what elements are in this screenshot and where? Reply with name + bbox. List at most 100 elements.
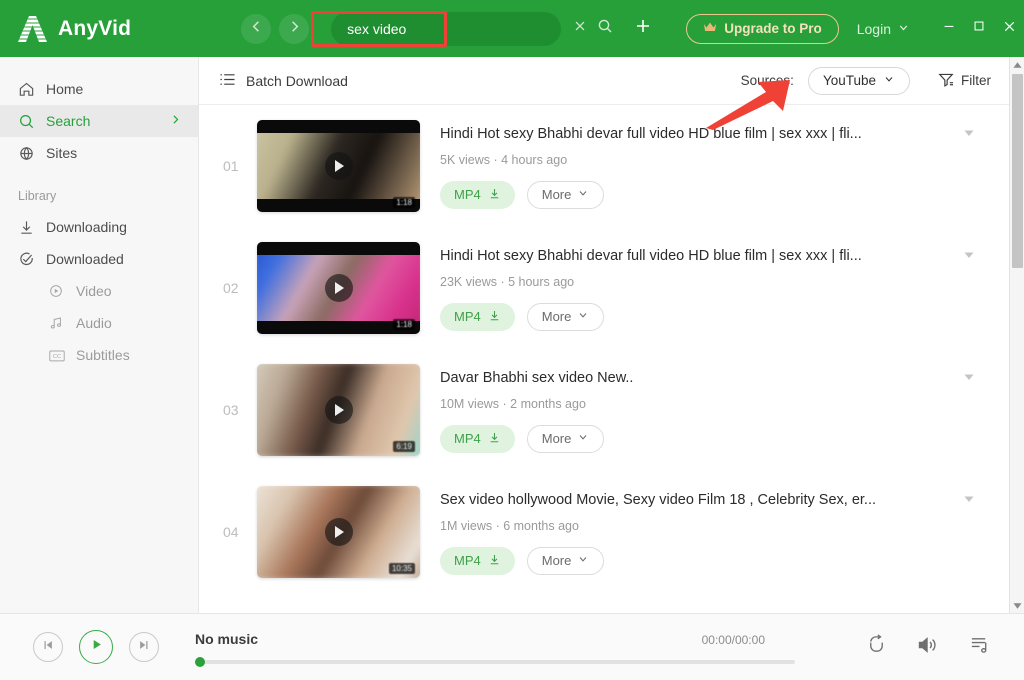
format-label: MP4 (454, 309, 481, 324)
result-row[interactable]: 03 6:19 Davar Bhabhi sex video New.. 10M… (199, 349, 1009, 471)
caret-down-icon[interactable] (1010, 598, 1024, 613)
download-icon (488, 431, 501, 447)
app-title: AnyVid (58, 16, 132, 40)
filter-button[interactable]: Filter (938, 72, 991, 90)
sidebar-item-downloaded[interactable]: Downloaded (0, 243, 198, 275)
search-input[interactable] (331, 20, 562, 37)
skip-next-icon (137, 638, 151, 657)
repeat-icon[interactable] (866, 634, 887, 660)
video-thumbnail[interactable]: 6:19 (257, 364, 420, 456)
video-stats: 5K views · 4 hours ago (440, 152, 568, 167)
forward-button[interactable] (279, 13, 310, 44)
more-button[interactable]: More (526, 546, 605, 575)
result-row[interactable]: 02 1:18 Hindi Hot sexy Bhabhi devar full… (199, 227, 1009, 349)
playlist-icon[interactable] (969, 634, 990, 660)
upgrade-to-pro-button[interactable]: Upgrade to Pro (686, 13, 839, 44)
result-row[interactable]: 04 10:35 Sex video hollywood Movie, Sexy… (199, 471, 1009, 593)
video-title[interactable]: Sex video hollywood Movie, Sexy video Fi… (440, 490, 934, 510)
funnel-icon (938, 72, 954, 90)
close-button[interactable] (994, 0, 1024, 57)
result-row[interactable]: 01 1:18 Hindi Hot sexy Bhabhi devar full… (199, 105, 1009, 227)
volume-icon[interactable] (917, 635, 939, 660)
maximize-icon (972, 19, 986, 38)
row-expand-caret-icon[interactable] (963, 248, 975, 266)
check-circle-icon (18, 251, 46, 268)
login-button[interactable]: Login (857, 21, 910, 37)
chevron-down-icon (883, 73, 895, 88)
video-thumbnail[interactable]: 1:18 (257, 242, 420, 334)
sidebar-item-label: Audio (76, 315, 112, 331)
source-dropdown[interactable]: YouTube (807, 66, 910, 95)
anyvid-logo-icon (16, 14, 48, 44)
play-overlay-icon[interactable] (324, 518, 353, 546)
download-mp4-button[interactable]: MP4 (440, 302, 515, 331)
progress-knob[interactable] (195, 656, 205, 667)
play-overlay-icon[interactable] (324, 152, 353, 180)
result-actions: MP4 More (440, 180, 995, 209)
sidebar-item-sites[interactable]: Sites (0, 137, 198, 169)
close-icon[interactable] (573, 19, 587, 38)
video-title[interactable]: Davar Bhabhi sex video New.. (440, 368, 934, 388)
sidebar-item-subtitles[interactable]: CC Subtitles (0, 339, 198, 371)
play-button[interactable] (79, 630, 113, 664)
track-time: 00:00/00:00 (701, 632, 765, 647)
more-button[interactable]: More (526, 302, 605, 331)
scrollbar-thumb[interactable] (1012, 74, 1023, 268)
new-tab-button[interactable] (633, 16, 653, 41)
download-icon (18, 219, 46, 236)
crown-icon (703, 21, 717, 36)
row-expand-caret-icon[interactable] (963, 126, 975, 144)
source-value: YouTube (822, 73, 876, 88)
anyvid-window: AnyVid sex video Upgrade to Pro Login Ho… (0, 0, 1024, 680)
more-button[interactable]: More (526, 424, 605, 453)
sidebar-item-home[interactable]: Home (0, 73, 198, 105)
player-right-controls (866, 634, 990, 660)
next-button[interactable] (129, 632, 159, 662)
duration-badge: 10:35 (388, 563, 415, 574)
minimize-button[interactable] (934, 0, 964, 57)
video-thumbnail[interactable]: 1:18 (257, 120, 420, 212)
more-label: More (541, 187, 572, 202)
player-track: No music 00:00/00:00 (195, 631, 795, 667)
main-content: Batch Download Sources: YouTube Filter 0… (199, 57, 1009, 613)
row-expand-caret-icon[interactable] (963, 370, 975, 388)
result-meta: Hindi Hot sexy Bhabhi devar full video H… (440, 124, 1009, 209)
upgrade-label: Upgrade to Pro (724, 21, 822, 36)
sidebar-item-search[interactable]: Search (0, 105, 198, 137)
progress-bar[interactable] (195, 656, 795, 667)
download-icon (488, 187, 501, 203)
vertical-scrollbar[interactable] (1009, 57, 1024, 613)
sidebar-item-audio[interactable]: Audio (0, 307, 198, 339)
search-icon[interactable] (597, 18, 613, 39)
content-toolbar: Batch Download Sources: YouTube Filter (199, 57, 1009, 105)
download-mp4-button[interactable]: MP4 (440, 424, 515, 453)
back-button[interactable] (241, 13, 272, 44)
sidebar: Home Search Sites Library Downloading Do… (0, 57, 199, 613)
duration-badge: 1:18 (393, 197, 415, 208)
play-overlay-icon[interactable] (324, 274, 353, 302)
sidebar-item-label: Search (46, 113, 91, 129)
download-mp4-button[interactable]: MP4 (440, 546, 515, 575)
caret-up-icon[interactable] (1010, 57, 1024, 72)
video-title[interactable]: Hindi Hot sexy Bhabhi devar full video H… (440, 246, 934, 266)
row-expand-caret-icon[interactable] (963, 492, 975, 510)
play-overlay-icon[interactable] (324, 396, 353, 424)
download-icon (488, 553, 501, 569)
previous-button[interactable] (33, 632, 63, 662)
sidebar-item-downloading[interactable]: Downloading (0, 211, 198, 243)
video-thumbnail[interactable]: 10:35 (257, 486, 420, 578)
toolbar-right: Sources: YouTube Filter (741, 66, 991, 95)
music-note-icon (48, 315, 76, 331)
sidebar-item-video[interactable]: Video (0, 275, 198, 307)
more-button[interactable]: More (526, 180, 605, 209)
video-title[interactable]: Hindi Hot sexy Bhabhi devar full video H… (440, 124, 934, 144)
maximize-button[interactable] (964, 0, 994, 57)
globe-icon (18, 145, 46, 162)
search-box[interactable] (331, 11, 562, 46)
more-label: More (541, 553, 572, 568)
list-checklist-icon (219, 72, 236, 90)
row-index: 04 (223, 524, 239, 540)
download-mp4-button[interactable]: MP4 (440, 180, 515, 209)
batch-download-button[interactable]: Batch Download (219, 72, 348, 90)
